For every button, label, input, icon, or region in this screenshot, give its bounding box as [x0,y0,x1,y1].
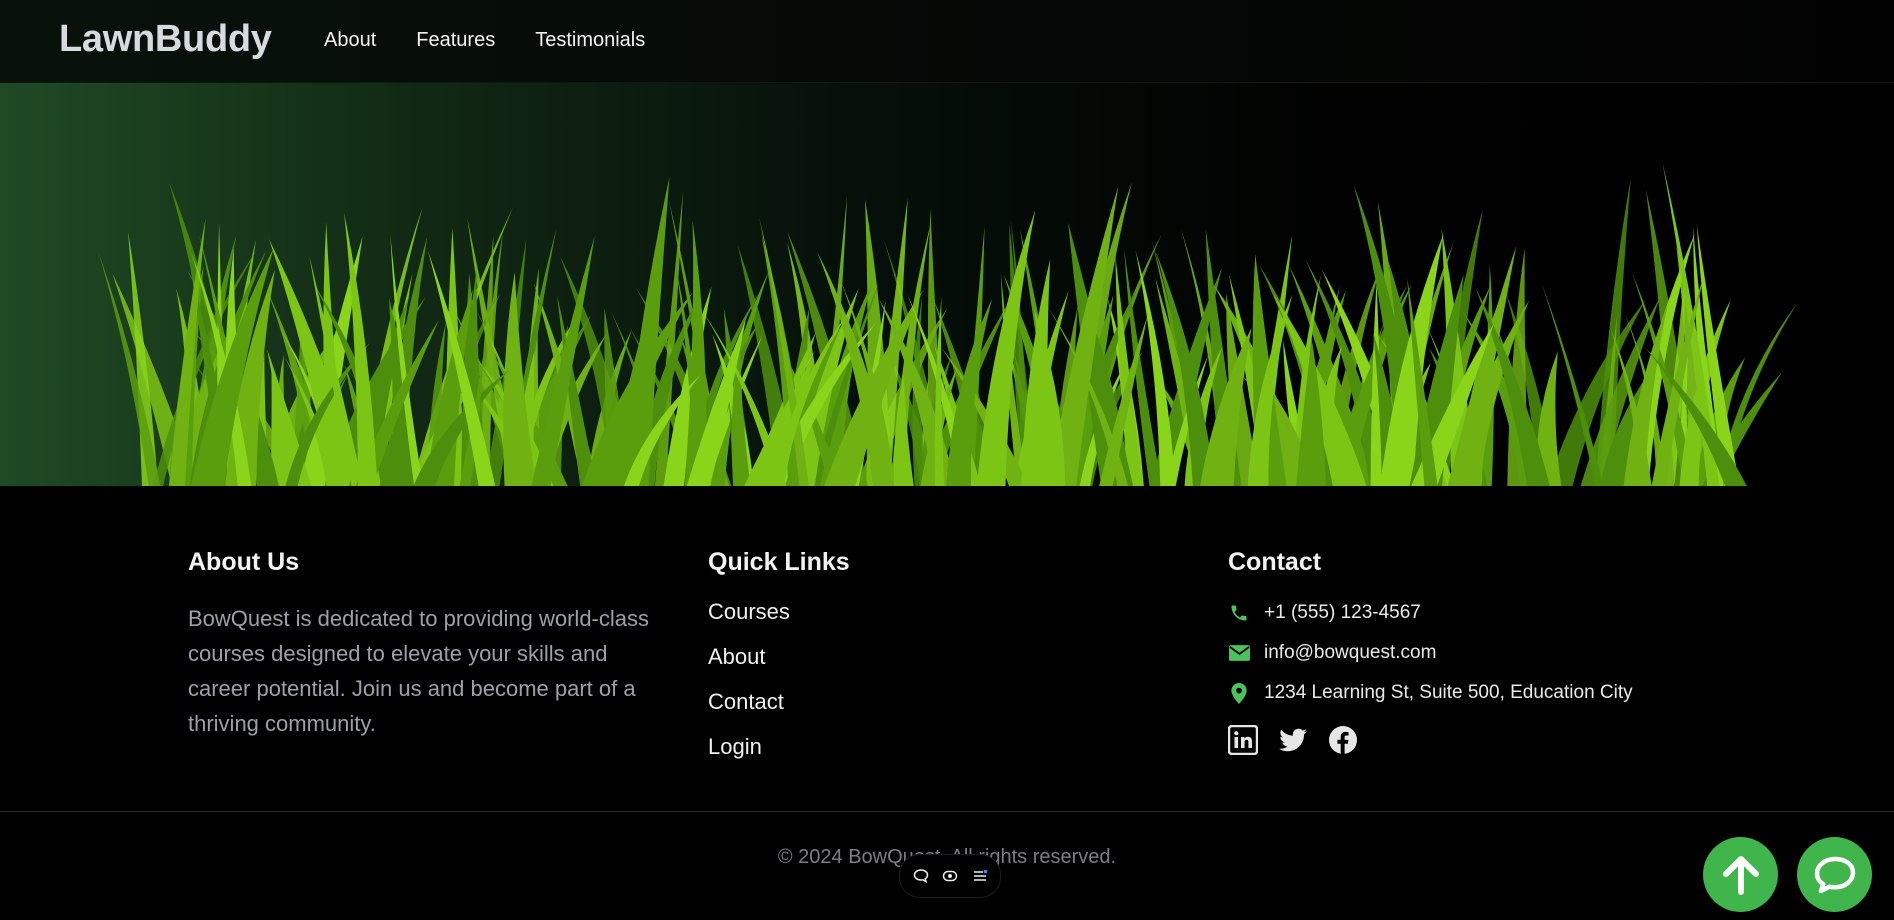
quick-link-login[interactable]: Login [708,732,850,777]
hero-banner [0,83,1894,486]
quick-link-about[interactable]: About [708,642,850,687]
contact-email-text[interactable]: info@bowquest.com [1264,642,1436,664]
contact-email: info@bowquest.com [1228,633,1633,673]
contact-heading: Contact [1228,548,1322,576]
comment-icon[interactable] [912,867,930,885]
quick-links-list: Courses About Contact Login [708,597,850,777]
map-pin-icon [1228,682,1250,704]
chat-bubble-icon [1814,856,1855,893]
linkedin-icon[interactable] [1228,725,1258,755]
quick-link-courses[interactable]: Courses [708,597,850,642]
footer-divider [0,811,1894,812]
brand-logo[interactable]: LawnBuddy [59,18,272,61]
chat-button[interactable] [1797,837,1872,912]
phone-icon [1228,602,1250,624]
scroll-to-top-button[interactable] [1703,837,1778,912]
quick-link-contact[interactable]: Contact [708,687,850,732]
contact-phone: +1 (555) 123-4567 [1228,593,1633,633]
top-navbar: LawnBuddy About Features Testimonials [0,0,1894,83]
envelope-icon [1228,642,1250,664]
list-icon[interactable] [971,867,989,885]
grass-illustration [98,162,1798,486]
contact-phone-text[interactable]: +1 (555) 123-4567 [1264,602,1421,624]
twitter-icon[interactable] [1278,725,1308,755]
arrow-up-icon [1722,855,1759,895]
about-heading: About Us [188,548,300,576]
nav-link-about[interactable]: About [324,29,376,52]
contact-address-text: 1234 Learning St, Suite 500, Education C… [1264,682,1633,703]
floating-mini-toolbar [899,854,1001,898]
facebook-icon[interactable] [1328,725,1358,755]
contact-list: +1 (555) 123-4567 info@bowquest.com 1234… [1228,593,1633,713]
nav-link-testimonials[interactable]: Testimonials [535,29,645,52]
nav-links: About Features Testimonials [324,29,645,52]
nav-link-features[interactable]: Features [416,29,495,52]
contact-address: 1234 Learning St, Suite 500, Education C… [1228,673,1633,713]
eye-icon[interactable] [941,867,959,885]
about-text: BowQuest is dedicated to providing world… [188,606,650,736]
footer-quick-links-column: Quick Links Courses About Contact Login [708,548,850,793]
footer-about-column: About Us BowQuest is dedicated to provid… [188,548,668,741]
quick-links-heading: Quick Links [708,548,850,576]
footer-contact-column: Contact +1 (555) 123-4567 info@bowquest.… [1228,548,1633,755]
social-links [1228,725,1633,755]
